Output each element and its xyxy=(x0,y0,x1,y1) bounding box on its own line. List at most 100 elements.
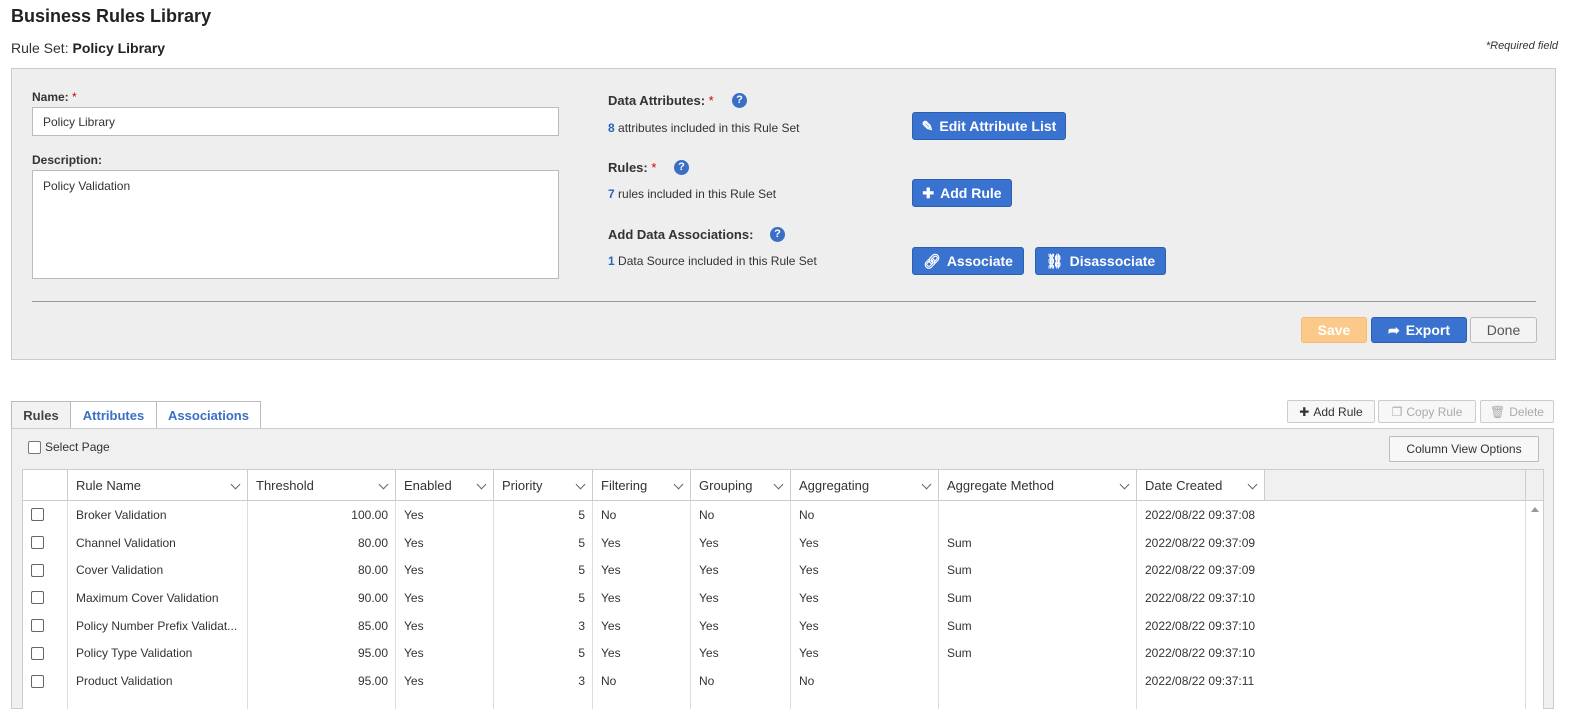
row-checkbox[interactable] xyxy=(30,536,44,550)
column-header-date-created[interactable]: Date Created xyxy=(1137,470,1265,501)
chevron-down-icon[interactable] xyxy=(476,479,487,490)
name-input[interactable] xyxy=(32,107,559,136)
aggregating-cell: No xyxy=(799,507,815,522)
select-page-checkbox[interactable] xyxy=(28,440,41,454)
form-divider xyxy=(32,301,1536,302)
grouping-cell: No xyxy=(699,674,715,689)
disassociate-button[interactable]: ⛓︎ Disassociate xyxy=(1035,247,1166,275)
rules-table: Rule Name Threshold Enabled Priority Fil… xyxy=(22,469,1544,709)
row-checkbox-cell xyxy=(23,501,51,529)
column-header-enabled[interactable]: Enabled xyxy=(396,470,494,501)
filtering-cell: No xyxy=(601,507,617,522)
table-row[interactable]: Policy Number Prefix Validat... 85.00 Yes 3… xyxy=(23,612,1525,640)
threshold-cell: 95.00 xyxy=(357,646,388,661)
rules-help-icon[interactable]: ? xyxy=(674,160,689,175)
table-row[interactable]: Cover Validation 80.00 Yes 5 Yes Yes Yes Sum 202… xyxy=(23,556,1525,584)
aggregating-cell: Yes xyxy=(799,590,819,605)
row-checkbox[interactable] xyxy=(30,591,44,605)
filtering-cell: No xyxy=(601,674,617,689)
row-checkbox-cell xyxy=(23,529,51,557)
vertical-scrollbar[interactable] xyxy=(1525,501,1543,709)
column-header-grouping[interactable]: Grouping xyxy=(691,470,791,501)
unlink-icon: ⛓︎ xyxy=(1045,252,1064,269)
rule-set-form-panel: Name: * Description: Policy Validation D… xyxy=(11,68,1556,360)
row-checkbox[interactable] xyxy=(30,619,44,633)
priority-cell: 5 xyxy=(578,535,585,550)
column-header-aggregating[interactable]: Aggregating xyxy=(791,470,939,501)
scroll-up-arrow-icon[interactable] xyxy=(1531,507,1539,512)
row-checkbox[interactable] xyxy=(30,646,44,660)
chevron-down-icon[interactable] xyxy=(1247,479,1258,490)
trash-icon: 🗑︎ xyxy=(1490,404,1506,419)
tab-rules[interactable]: Rules xyxy=(11,401,71,429)
done-button[interactable]: Done xyxy=(1470,317,1537,343)
tab-associations[interactable]: Associations xyxy=(156,401,261,429)
aggregating-cell: No xyxy=(799,674,815,689)
filtering-cell: Yes xyxy=(601,618,621,633)
edit-attribute-list-button[interactable]: ✎ Edit Attribute List xyxy=(912,112,1066,140)
enabled-cell: Yes xyxy=(404,563,424,578)
table-row[interactable]: Channel Validation 80.00 Yes 5 Yes Yes Yes Sum 2… xyxy=(23,529,1525,557)
chevron-down-icon[interactable] xyxy=(773,479,784,490)
grid-add-rule-button[interactable]: ✚ Add Rule xyxy=(1287,400,1375,423)
table-row[interactable]: Product Validation 95.00 Yes 3 No No No 2022/08… xyxy=(23,667,1525,695)
enabled-cell: Yes xyxy=(404,618,424,633)
enabled-cell: Yes xyxy=(404,646,424,661)
aggregate-method-cell: Sum xyxy=(947,646,972,661)
description-textarea[interactable]: Policy Validation xyxy=(32,170,559,279)
table-row[interactable]: Policy Type Validation 95.00 Yes 5 Yes Yes Yes… xyxy=(23,640,1525,668)
select-page-control[interactable]: Select Page xyxy=(28,440,110,454)
column-header-priority[interactable]: Priority xyxy=(494,470,593,501)
delete-button[interactable]: 🗑︎ Delete xyxy=(1480,400,1554,423)
grouping-cell: Yes xyxy=(699,535,719,550)
save-button[interactable]: Save xyxy=(1301,317,1367,343)
column-header-rule-name[interactable]: Rule Name xyxy=(68,470,248,501)
header-filler xyxy=(1265,470,1525,501)
column-header-threshold[interactable]: Threshold xyxy=(248,470,396,501)
tab-attributes[interactable]: Attributes xyxy=(70,401,157,429)
column-header-aggregate-method[interactable]: Aggregate Method xyxy=(939,470,1137,501)
data-attributes-label: Data Attributes: * xyxy=(608,93,714,108)
column-header-filtering[interactable]: Filtering xyxy=(593,470,691,501)
column-view-options-button[interactable]: Column View Options xyxy=(1389,436,1539,462)
table-row[interactable]: Broker Validation 100.00 Yes 5 No No No 2022/08… xyxy=(23,501,1525,529)
row-checkbox[interactable] xyxy=(30,508,44,522)
filtering-cell: Yes xyxy=(601,646,621,661)
aggregating-cell: Yes xyxy=(799,535,819,550)
chevron-down-icon[interactable] xyxy=(230,479,241,490)
ruleset-label: Rule Set: xyxy=(11,40,69,56)
chevron-down-icon[interactable] xyxy=(575,479,586,490)
plus-icon: ✚ xyxy=(1299,404,1310,419)
row-checkbox[interactable] xyxy=(30,674,44,688)
page-title: Business Rules Library xyxy=(11,6,212,26)
rule-name-cell: Product Validation xyxy=(76,674,173,689)
threshold-cell: 90.00 xyxy=(357,590,388,605)
date-created-cell: 2022/08/22 09:37:10 xyxy=(1145,618,1256,633)
priority-cell: 3 xyxy=(578,674,585,689)
ruleset-name: Policy Library xyxy=(72,40,166,56)
data-attributes-help-icon[interactable]: ? xyxy=(732,93,747,108)
enabled-cell: Yes xyxy=(404,590,424,605)
associations-help-icon[interactable]: ? xyxy=(770,227,785,242)
row-checkbox[interactable] xyxy=(30,563,44,577)
add-rule-button[interactable]: ✚ Add Rule xyxy=(912,179,1012,207)
date-created-cell: 2022/08/22 09:37:10 xyxy=(1145,590,1256,605)
threshold-cell: 85.00 xyxy=(357,618,388,633)
chevron-down-icon[interactable] xyxy=(673,479,684,490)
grouping-cell: No xyxy=(699,507,715,522)
row-checkbox-cell xyxy=(23,556,51,584)
aggregating-cell: Yes xyxy=(799,646,819,661)
aggregate-method-cell xyxy=(939,501,1137,529)
export-button[interactable]: ➦ Export xyxy=(1371,317,1467,343)
date-created-cell: 2022/08/22 09:37:10 xyxy=(1145,646,1256,661)
table-row[interactable]: Maximum Cover Validation 90.00 Yes 5 Yes Yes Y… xyxy=(23,584,1525,612)
link-icon: 🔗︎ xyxy=(923,252,941,269)
share-arrow-icon: ➦ xyxy=(1387,321,1400,338)
associate-button[interactable]: 🔗︎ Associate xyxy=(912,247,1024,275)
chevron-down-icon[interactable] xyxy=(921,479,932,490)
copy-rule-button[interactable]: ❐ Copy Rule xyxy=(1378,400,1476,423)
grouping-cell: Yes xyxy=(699,646,719,661)
checkbox-column-header xyxy=(23,470,68,501)
chevron-down-icon[interactable] xyxy=(1119,479,1130,490)
chevron-down-icon[interactable] xyxy=(378,479,389,490)
